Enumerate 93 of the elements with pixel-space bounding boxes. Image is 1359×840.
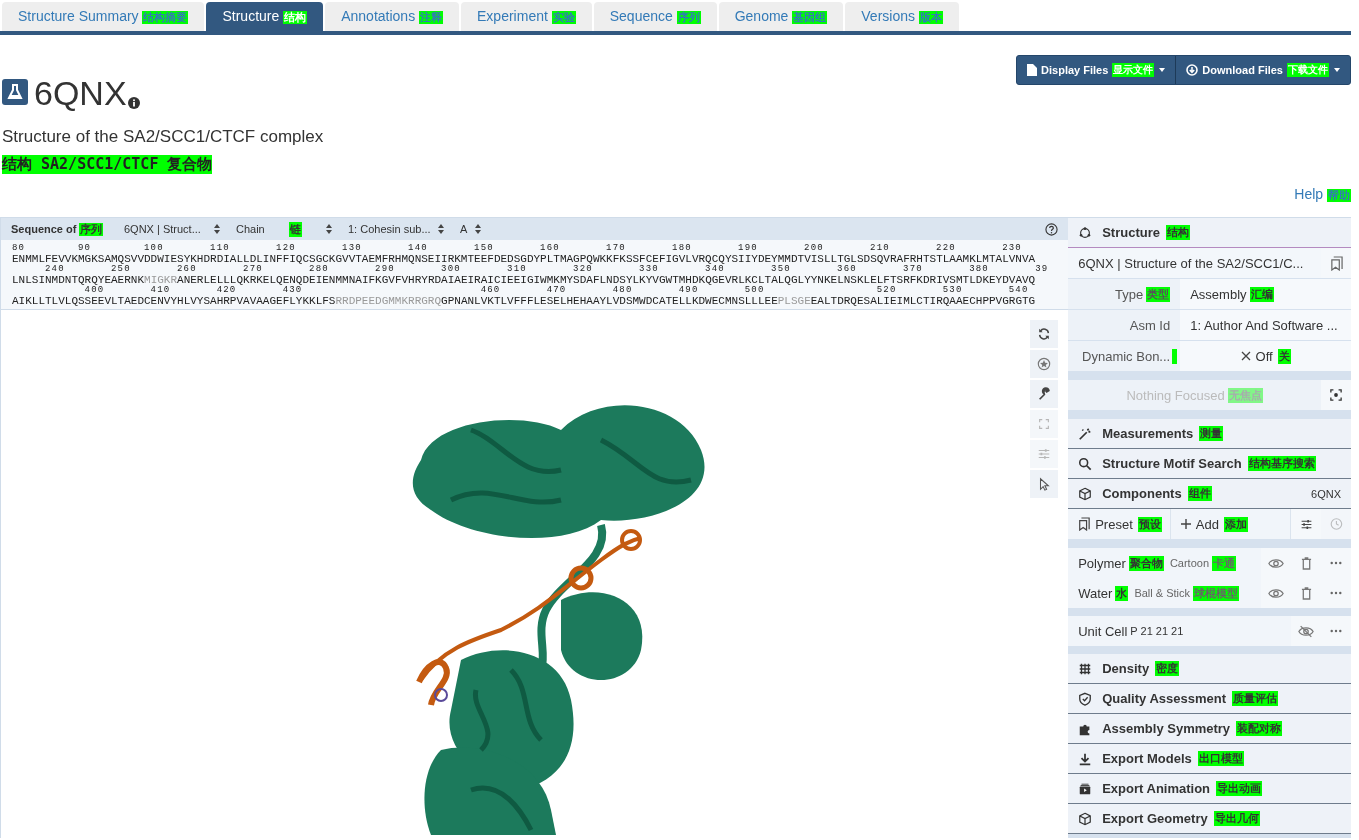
dropdown[interactable]: 6QNX | Struct... — [124, 223, 220, 235]
help-link[interactable]: Help 帮助 — [1294, 186, 1351, 203]
entry-id: 6QNX — [34, 73, 127, 113]
section-header[interactable]: Export Models 出口模型 — [1068, 744, 1351, 774]
help-icon[interactable] — [1045, 222, 1059, 236]
dropdown[interactable]: Assembly 汇编 — [1180, 279, 1351, 309]
file-button[interactable]: Display Files 显示文件 — [1017, 56, 1176, 84]
section-header[interactable]: Components 组件 6QNX — [1068, 479, 1351, 509]
sequence-label: Sequence of 序列 — [11, 221, 105, 237]
field-label: Asm Id — [1068, 310, 1181, 340]
star-circle-icon — [1037, 357, 1052, 371]
dropdown[interactable]: 1: Author And Software ... — [1180, 310, 1351, 340]
dropdown[interactable]: 1: Cohesin sub... — [348, 223, 444, 235]
viewer-tool-button[interactable] — [1030, 470, 1059, 498]
eye-icon — [1268, 556, 1284, 570]
bookmark-button[interactable] — [1321, 248, 1351, 278]
section-header[interactable]: Density 密度 — [1068, 654, 1351, 684]
visibility-button[interactable] — [1291, 616, 1321, 646]
download-icon — [1186, 64, 1199, 76]
dropdown[interactable]: Chain 链 — [236, 221, 332, 237]
expand-icon — [1037, 417, 1052, 431]
ellipsis-icon — [1330, 629, 1342, 633]
section-header[interactable]: Export Animation 导出动画 — [1068, 774, 1351, 804]
component-name[interactable]: Polymer 聚合物 — [1068, 548, 1164, 578]
residue-ruler: 80 90 100 110 120 130 140 150 160 170 180 190 200 210 220 230 — [12, 244, 1022, 253]
refresh-icon — [1037, 327, 1052, 341]
ellipsis-icon — [1330, 591, 1342, 595]
close-icon — [1240, 351, 1251, 361]
viewer-tool-button[interactable] — [1030, 320, 1059, 348]
download-icon — [1078, 751, 1093, 766]
film-icon — [1078, 781, 1093, 796]
tab[interactable]: Structure 结构 — [206, 2, 324, 31]
options-button[interactable] — [1291, 509, 1321, 539]
document-icon — [1027, 64, 1038, 76]
focus-icon — [1330, 389, 1342, 401]
toggle-button[interactable]: Off 关 — [1180, 341, 1351, 371]
sliders-icon — [1037, 447, 1052, 461]
eye-icon — [1268, 586, 1284, 600]
eye-off-icon — [1298, 624, 1314, 638]
representation-label: Ball & Stick 球棍模型 — [1133, 584, 1241, 603]
residue-ruler: 400 410 420 430 460 470 480 490 500 520 530 540 — [84, 286, 1029, 295]
focus-status: Nothing Focused 无焦点 — [1068, 380, 1321, 410]
history-icon — [1329, 517, 1343, 531]
flask-icon — [2, 79, 28, 105]
grid-icon — [1078, 661, 1093, 676]
bookmarks-icon — [1078, 517, 1091, 531]
tab[interactable]: Sequence 序列 — [593, 2, 717, 31]
section-header[interactable]: Structure Motif Search 结构基序搜索 — [1068, 449, 1351, 479]
tab[interactable]: Experiment 实验 — [461, 2, 592, 31]
sliders-icon — [1299, 517, 1313, 531]
field-label: Type 类型 — [1068, 279, 1181, 309]
ellipsis-icon — [1330, 561, 1342, 565]
tab[interactable]: Genome 基因组 — [718, 2, 844, 31]
tab[interactable]: Versions 版本 — [845, 2, 959, 31]
info-icon[interactable] — [127, 97, 140, 109]
trash-icon — [1300, 556, 1312, 570]
ring-icon — [1078, 225, 1093, 240]
sort-caret-icon — [475, 224, 482, 234]
trash-icon — [1300, 586, 1312, 600]
sequence-line[interactable]: AIKLLTLVLQSSEEVLTAEDCENVYHLVYSAHRPVAVAAGEFLYKKLFSRRDPEEDGMMKRRGRQGPNANLVKTLVFFFLESELHEHAAYLVDSMWDCATELLKDWECMNSLLLEEPLSGEEALTDRQESALIEIMLCTIRQAAECHPPVGRGTG — [12, 295, 1036, 307]
cursor-icon — [1037, 477, 1052, 491]
cube-icon — [1078, 486, 1093, 501]
caret-icon — [1334, 68, 1340, 72]
viewer-tool-button[interactable] — [1030, 380, 1059, 408]
field-label: Dynamic Bon... — [1068, 341, 1181, 371]
residue-ruler: 240 250 260 270 280 290 300 310 320 330 340 350 360 370 380 39 — [45, 265, 1049, 274]
focus-button[interactable] — [1321, 380, 1351, 410]
entry-title-translation: 结构 SA2/SCC1/CTCF 复合物 — [2, 155, 213, 174]
tab[interactable]: Structure Summary 结构摘要 — [2, 2, 205, 31]
dropdown[interactable]: A — [460, 223, 482, 235]
shield-icon — [1078, 691, 1093, 706]
plus-icon — [1180, 519, 1191, 529]
sort-caret-icon — [438, 224, 444, 234]
sort-caret-icon — [326, 224, 332, 234]
section-header[interactable]: Measurements 测量 — [1068, 419, 1351, 449]
file-button[interactable]: Download Files 下载文件 — [1175, 56, 1350, 84]
bookmarks-icon — [1329, 255, 1343, 271]
sequence-line[interactable]: LNLSINMDNTQRQYEAERNKMIGKRANERLELLLQKRKELQENQDEIENMMNAIFKGVFVHRYRDAIAEIRAICIEEIGIWMKMYSDAFLNDSYLKYVGWTMHDKQGEVRLKCLTALQGLYYNKELNSKLELFTSRFKDRIVSMTLDKEYDVAVQ — [12, 274, 1036, 286]
tab[interactable]: Annotations 注释 — [325, 2, 460, 31]
caret-icon — [1159, 68, 1166, 72]
sequence-line[interactable]: ENMMLFEVVKMGKSAMQSVVDDWIESYKHDRDIALLDLINFFIQCSGCKGVVTAEMFRHMQNSEIIRKMTEEFDEDSGDYPLTMAGPQWKKFKSSFCEFIGVLVRQCQYSIIYDEYMMDTVISLLTGLSDSQVRAFRHTSTLAAMKLMTALVNVA — [12, 253, 1036, 265]
entry-title: Structure of the SA2/SCC1/CTCF complex — [2, 127, 324, 147]
sort-caret-icon — [214, 224, 220, 234]
section-header[interactable]: Quality Assessment 质量评估 — [1068, 684, 1351, 714]
section-header[interactable]: Export Geometry 导出几何 — [1068, 804, 1351, 834]
section-header[interactable]: Assembly Symmetry 装配对称 — [1068, 714, 1351, 744]
cube-icon — [1078, 811, 1093, 826]
viewer-tool-button[interactable] — [1030, 350, 1059, 378]
component-name[interactable]: Water 水 — [1068, 578, 1129, 608]
search-icon — [1078, 456, 1093, 471]
magic-wand-icon — [1078, 426, 1093, 441]
representation-label: Cartoon 卡通 — [1168, 554, 1238, 573]
section-header[interactable]: Structure 结构 — [1068, 218, 1351, 248]
